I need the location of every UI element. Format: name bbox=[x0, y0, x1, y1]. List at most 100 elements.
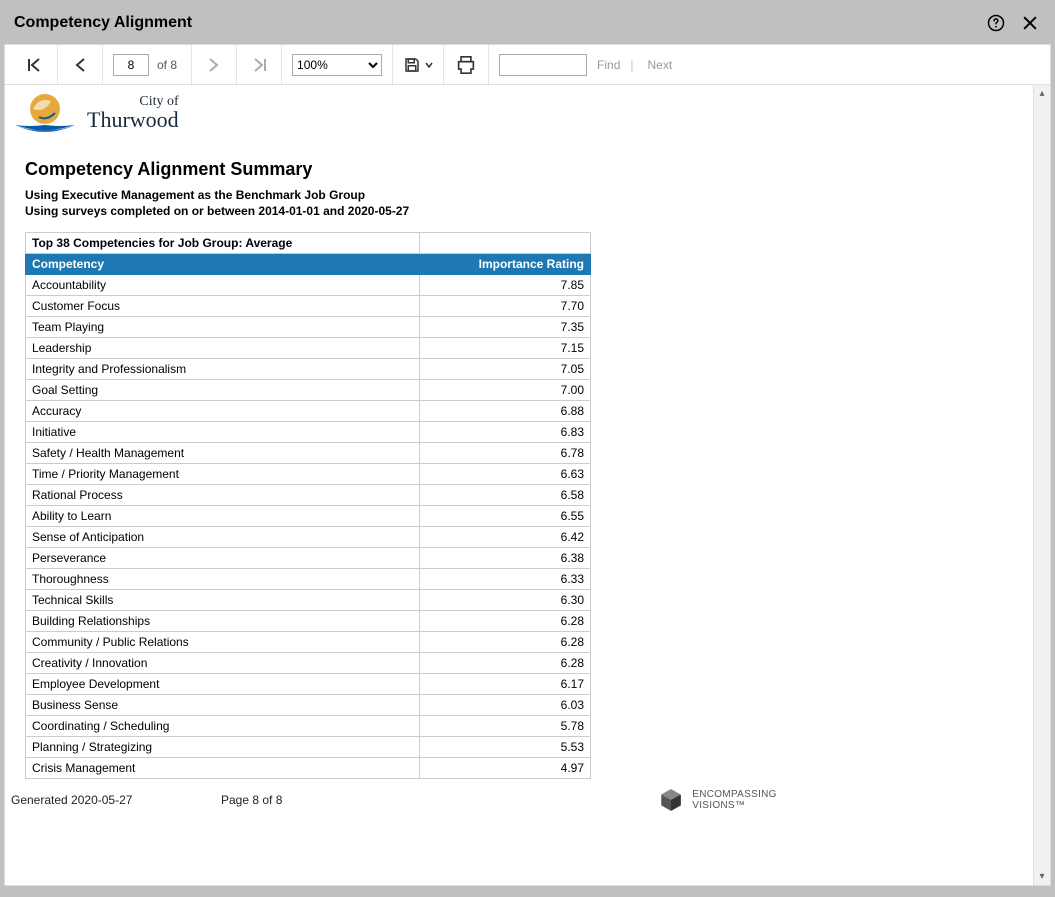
report-subtitle-2: Using surveys completed on or between 20… bbox=[25, 204, 1030, 218]
competency-rating: 7.00 bbox=[420, 380, 591, 401]
logo-line2: Thurwood bbox=[87, 109, 179, 131]
table-row: Accountability7.85 bbox=[26, 275, 591, 296]
table-row: Crisis Management4.97 bbox=[26, 758, 591, 779]
find-next-button[interactable]: Next bbox=[648, 58, 673, 72]
vertical-scrollbar[interactable]: ▴ ▾ bbox=[1033, 85, 1050, 885]
org-logo: City of Thurwood bbox=[11, 87, 179, 139]
table-row: Coordinating / Scheduling5.78 bbox=[26, 716, 591, 737]
table-row: Community / Public Relations6.28 bbox=[26, 632, 591, 653]
competency-rating: 7.05 bbox=[420, 359, 591, 380]
competency-rating: 6.42 bbox=[420, 527, 591, 548]
competency-name: Accuracy bbox=[26, 401, 420, 422]
col-rating: Importance Rating bbox=[420, 254, 591, 275]
table-row: Integrity and Professionalism7.05 bbox=[26, 359, 591, 380]
competency-name: Sense of Anticipation bbox=[26, 527, 420, 548]
competency-rating: 6.78 bbox=[420, 443, 591, 464]
competency-name: Crisis Management bbox=[26, 758, 420, 779]
competency-rating: 6.88 bbox=[420, 401, 591, 422]
scroll-up-icon[interactable]: ▴ bbox=[1034, 85, 1050, 102]
prev-page-button[interactable] bbox=[68, 53, 92, 77]
table-row: Team Playing7.35 bbox=[26, 317, 591, 338]
report-title: Competency Alignment Summary bbox=[25, 159, 1030, 180]
next-page-button[interactable] bbox=[202, 53, 226, 77]
competency-rating: 7.15 bbox=[420, 338, 591, 359]
competency-rating: 7.85 bbox=[420, 275, 591, 296]
competency-name: Customer Focus bbox=[26, 296, 420, 317]
first-page-button[interactable] bbox=[23, 53, 47, 77]
table-row: Leadership7.15 bbox=[26, 338, 591, 359]
competency-rating: 6.33 bbox=[420, 569, 591, 590]
table-row: Customer Focus7.70 bbox=[26, 296, 591, 317]
competency-rating: 6.58 bbox=[420, 485, 591, 506]
competency-rating: 6.38 bbox=[420, 548, 591, 569]
competency-rating: 6.63 bbox=[420, 464, 591, 485]
competency-rating: 6.28 bbox=[420, 632, 591, 653]
table-row: Business Sense6.03 bbox=[26, 695, 591, 716]
competency-name: Perseverance bbox=[26, 548, 420, 569]
close-icon[interactable] bbox=[1019, 12, 1041, 34]
report-viewer: of 8 100% bbox=[4, 44, 1051, 886]
competency-name: Ability to Learn bbox=[26, 506, 420, 527]
table-row: Ability to Learn6.55 bbox=[26, 506, 591, 527]
table-row: Safety / Health Management6.78 bbox=[26, 443, 591, 464]
competency-rating: 6.30 bbox=[420, 590, 591, 611]
competency-name: Time / Priority Management bbox=[26, 464, 420, 485]
table-row: Sense of Anticipation6.42 bbox=[26, 527, 591, 548]
competency-rating: 7.35 bbox=[420, 317, 591, 338]
title-bar: Competency Alignment bbox=[4, 4, 1051, 44]
competency-name: Integrity and Professionalism bbox=[26, 359, 420, 380]
competency-name: Building Relationships bbox=[26, 611, 420, 632]
page-indicator: Page 8 of 8 bbox=[221, 793, 391, 807]
table-row: Technical Skills6.30 bbox=[26, 590, 591, 611]
competency-table: Top 38 Competencies for Job Group: Avera… bbox=[25, 232, 591, 779]
competency-name: Goal Setting bbox=[26, 380, 420, 401]
table-row: Rational Process6.58 bbox=[26, 485, 591, 506]
competency-name: Coordinating / Scheduling bbox=[26, 716, 420, 737]
chevron-down-icon bbox=[425, 61, 433, 69]
competency-rating: 6.28 bbox=[420, 653, 591, 674]
competency-name: Safety / Health Management bbox=[26, 443, 420, 464]
zoom-select[interactable]: 100% bbox=[292, 54, 382, 76]
save-button[interactable] bbox=[403, 53, 433, 77]
table-row: Creativity / Innovation6.28 bbox=[26, 653, 591, 674]
report-footer: Generated 2020-05-27 Page 8 of 8 ENCOMPA… bbox=[5, 779, 1050, 817]
generated-label: Generated 2020-05-27 bbox=[11, 793, 211, 807]
competency-name: Leadership bbox=[26, 338, 420, 359]
competency-name: Team Playing bbox=[26, 317, 420, 338]
competency-name: Technical Skills bbox=[26, 590, 420, 611]
col-competency: Competency bbox=[26, 254, 420, 275]
competency-name: Business Sense bbox=[26, 695, 420, 716]
report-page: City of Thurwood Competency Alignment Su… bbox=[5, 85, 1050, 817]
competency-rating: 6.17 bbox=[420, 674, 591, 695]
competency-name: Thoroughness bbox=[26, 569, 420, 590]
brand-logo: ENCOMPASSING VISIONS™ bbox=[401, 787, 1034, 813]
scroll-down-icon[interactable]: ▾ bbox=[1034, 868, 1050, 885]
competency-rating: 6.28 bbox=[420, 611, 591, 632]
table-row: Initiative6.83 bbox=[26, 422, 591, 443]
find-button[interactable]: Find bbox=[597, 58, 620, 72]
search-input[interactable] bbox=[499, 54, 587, 76]
competency-name: Creativity / Innovation bbox=[26, 653, 420, 674]
competency-rating: 6.03 bbox=[420, 695, 591, 716]
page-of-label: of 8 bbox=[157, 58, 177, 72]
window-title: Competency Alignment bbox=[14, 14, 192, 32]
competency-rating: 6.83 bbox=[420, 422, 591, 443]
last-page-button[interactable] bbox=[247, 53, 271, 77]
viewer-toolbar: of 8 100% bbox=[5, 45, 1050, 85]
table-row: Perseverance6.38 bbox=[26, 548, 591, 569]
competency-name: Employee Development bbox=[26, 674, 420, 695]
table-row: Goal Setting7.00 bbox=[26, 380, 591, 401]
print-button[interactable] bbox=[454, 53, 478, 77]
table-caption: Top 38 Competencies for Job Group: Avera… bbox=[26, 233, 420, 254]
page-number-input[interactable] bbox=[113, 54, 149, 76]
competency-name: Planning / Strategizing bbox=[26, 737, 420, 758]
competency-name: Accountability bbox=[26, 275, 420, 296]
help-icon[interactable] bbox=[985, 12, 1007, 34]
table-row: Planning / Strategizing5.53 bbox=[26, 737, 591, 758]
competency-rating: 6.55 bbox=[420, 506, 591, 527]
competency-rating: 5.53 bbox=[420, 737, 591, 758]
table-row: Accuracy6.88 bbox=[26, 401, 591, 422]
competency-name: Rational Process bbox=[26, 485, 420, 506]
competency-rating: 5.78 bbox=[420, 716, 591, 737]
report-subtitle-1: Using Executive Management as the Benchm… bbox=[25, 188, 1030, 202]
